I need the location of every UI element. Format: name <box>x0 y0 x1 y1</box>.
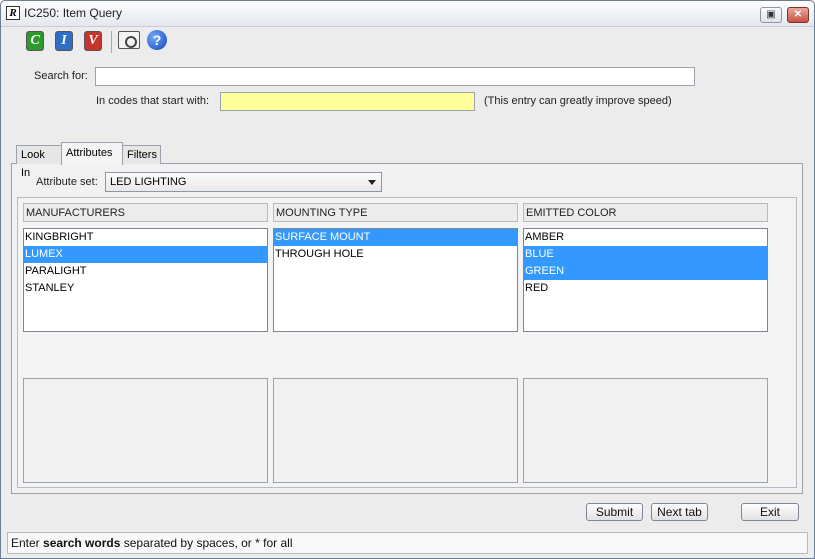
empty-list-3[interactable] <box>523 378 768 483</box>
window-title: IC250: Item Query <box>24 6 123 20</box>
list-item[interactable]: STANLEY <box>24 280 267 297</box>
help-button[interactable]: ? <box>147 29 171 53</box>
status-bold: search words <box>43 536 121 550</box>
tab-attributes[interactable]: Attributes <box>61 142 123 165</box>
camera-icon <box>118 31 140 49</box>
v-icon: V <box>84 31 102 51</box>
mounting-type-header: MOUNTING TYPE <box>273 203 518 222</box>
i-button[interactable]: I <box>52 29 76 53</box>
next-tab-button[interactable]: Next tab <box>651 503 708 521</box>
list-item[interactable]: AMBER <box>524 229 767 246</box>
tab-filters[interactable]: Filters <box>122 145 161 164</box>
attribute-set-value: LED LIGHTING <box>110 176 187 188</box>
manufacturers-list[interactable]: KINGBRIGHT LUMEX PARALIGHT STANLEY <box>23 228 268 332</box>
status-bar: Enter search words separated by spaces, … <box>7 532 808 554</box>
camera-button[interactable] <box>118 29 142 53</box>
attribute-set-select[interactable]: LED LIGHTING <box>105 172 382 192</box>
search-label: Search for: <box>34 70 88 82</box>
chevron-down-icon <box>368 180 376 185</box>
mounting-type-list[interactable]: SURFACE MOUNT THROUGH HOLE <box>273 228 518 332</box>
toolbar-separator <box>111 31 112 53</box>
list-item[interactable]: SURFACE MOUNT <box>274 229 517 246</box>
title-bar: R IC250: Item Query ▣ ✕ <box>1 1 814 27</box>
list-item[interactable]: BLUE <box>524 246 767 263</box>
app-icon: R <box>6 6 20 20</box>
list-item[interactable]: RED <box>524 280 767 297</box>
close-button[interactable]: ✕ <box>787 7 809 23</box>
item-query-window: R IC250: Item Query ▣ ✕ C I V ? Search f… <box>0 0 815 559</box>
v-button[interactable]: V <box>81 29 105 53</box>
codes-label: In codes that start with: <box>96 95 210 107</box>
c-icon: C <box>26 31 44 51</box>
restore-button[interactable]: ▣ <box>760 7 782 23</box>
help-icon: ? <box>147 30 167 50</box>
c-button[interactable]: C <box>23 29 47 53</box>
emitted-color-header: EMITTED COLOR <box>523 203 768 222</box>
exit-button[interactable]: Exit <box>741 503 799 521</box>
list-item[interactable]: KINGBRIGHT <box>24 229 267 246</box>
emitted-color-list[interactable]: AMBER BLUE GREEN RED <box>523 228 768 332</box>
empty-list-2[interactable] <box>273 378 518 483</box>
list-item[interactable]: THROUGH HOLE <box>274 246 517 263</box>
tab-look-in[interactable]: Look In <box>16 145 62 179</box>
search-input[interactable] <box>95 67 695 86</box>
manufacturers-header: MANUFACTURERS <box>23 203 268 222</box>
list-item[interactable]: LUMEX <box>24 246 267 263</box>
status-suffix: separated by spaces, or * for all <box>120 536 293 550</box>
submit-button[interactable]: Submit <box>586 503 643 521</box>
attribute-set-label: Attribute set: <box>36 176 98 188</box>
list-item[interactable]: PARALIGHT <box>24 263 267 280</box>
empty-list-1[interactable] <box>23 378 268 483</box>
codes-hint: (This entry can greatly improve speed) <box>484 95 672 107</box>
status-prefix: Enter <box>11 536 44 550</box>
i-icon: I <box>55 31 73 51</box>
codes-input[interactable] <box>220 92 475 111</box>
list-item[interactable]: GREEN <box>524 263 767 280</box>
